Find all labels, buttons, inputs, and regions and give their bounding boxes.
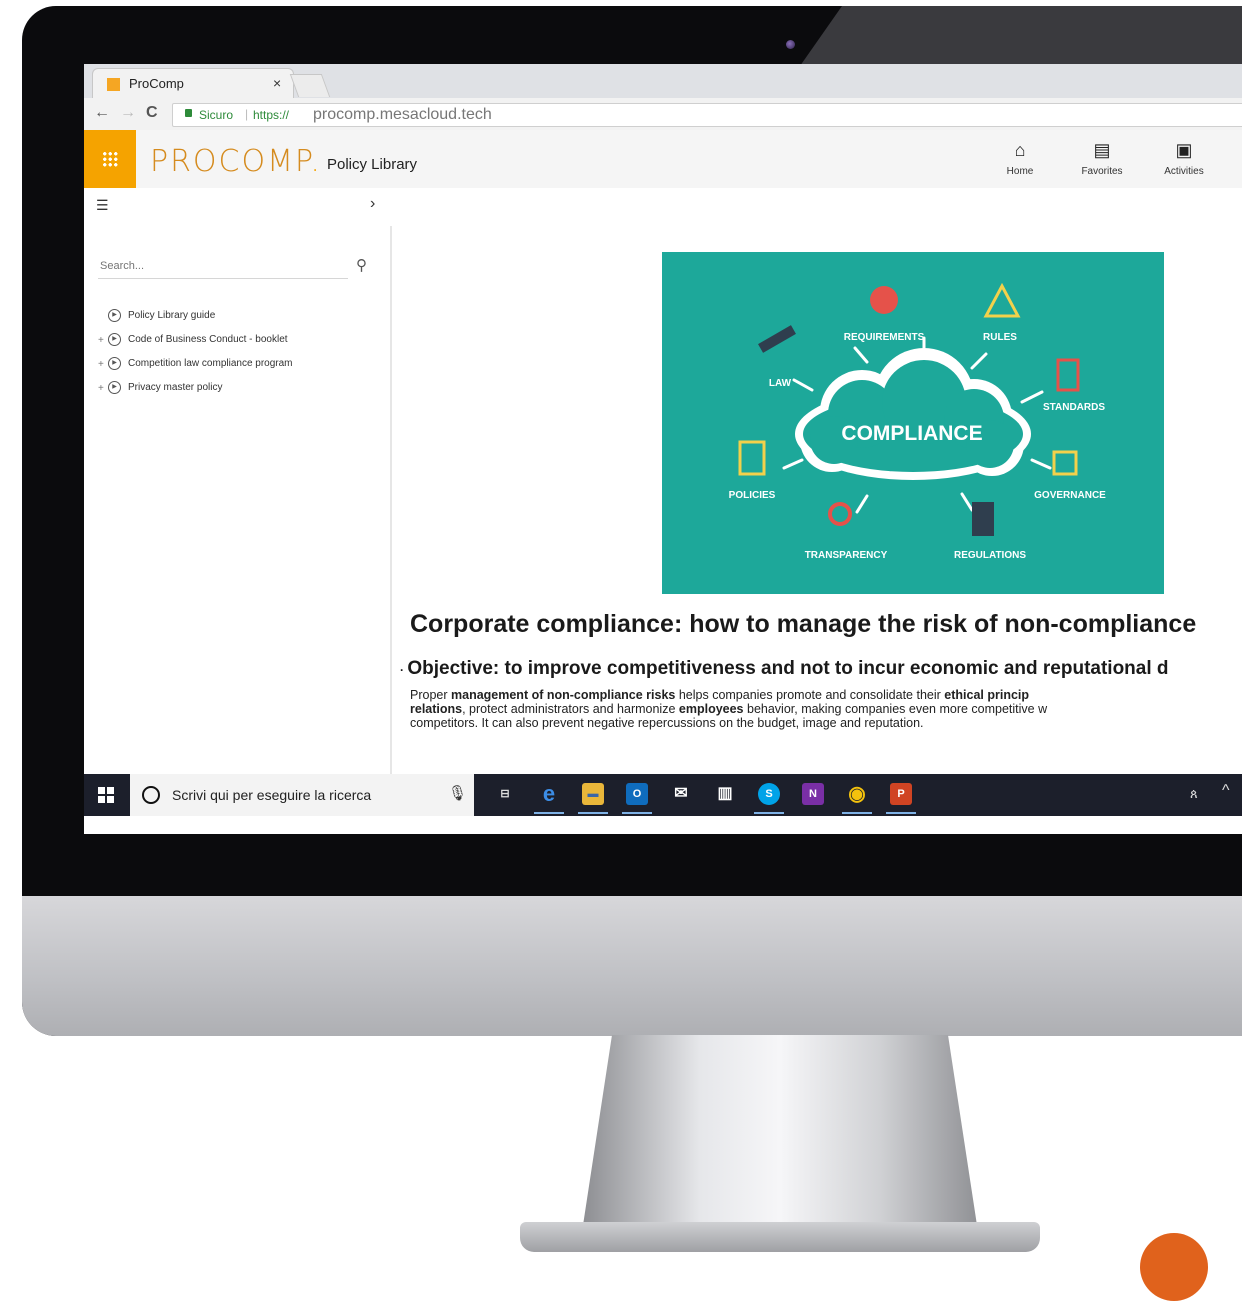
taskbar-search-placeholder: Scrivi qui per eseguire la ricerca xyxy=(172,787,372,803)
tab-title: ProComp xyxy=(129,76,184,91)
expand-plus-icon[interactable]: + xyxy=(98,383,106,394)
url-host: procomp.mesacloud.tech xyxy=(313,106,492,123)
play-circle-icon: ▶ xyxy=(108,333,121,346)
outlook-icon[interactable]: O xyxy=(622,783,652,814)
new-tab-button[interactable] xyxy=(289,74,331,97)
hero-label-rules: RULES xyxy=(983,332,1017,343)
chevron-right-icon[interactable]: › xyxy=(370,195,375,213)
browser-address-bar: ← → C Sicuro | https:// procomp.mesaclou… xyxy=(84,98,1242,131)
task-view-icon[interactable]: ⊟ xyxy=(494,783,516,805)
reload-icon[interactable]: C xyxy=(146,104,158,122)
mail-icon[interactable]: ✉ xyxy=(670,783,692,805)
tree-item-label: Policy Library guide xyxy=(128,310,216,321)
article-objective: · Objective: to improve competitiveness … xyxy=(400,658,1169,679)
windows-taskbar: Scrivi qui per eseguire la ricerca 🎙 ⊟ e… xyxy=(84,774,1242,816)
head-icon xyxy=(870,286,898,314)
url-input[interactable]: Sicuro | https:// procomp.mesacloud.tech xyxy=(172,103,1242,127)
app-grid-icon xyxy=(102,151,118,167)
sidebar: ⚲ ▶ Policy Library guide + ▶ Code of Bus… xyxy=(84,226,392,774)
hero-label-policies: POLICIES xyxy=(729,490,776,501)
search-icon[interactable]: ⚲ xyxy=(356,256,367,274)
app-launcher-button[interactable] xyxy=(84,130,136,188)
home-icon: ⌂ xyxy=(1014,140,1026,160)
compliance-illustration: COMPLIANCE REQUIREMENTS RULES LAW STANDA… xyxy=(662,252,1164,594)
tree-item-label: Code of Business Conduct - booklet xyxy=(128,334,288,345)
chrome-icon[interactable]: ◉ xyxy=(842,783,872,814)
tree-item-label: Competition law compliance program xyxy=(128,358,293,369)
microphone-icon[interactable]: 🎙 xyxy=(448,784,467,802)
body-line-1: Proper management of non-compliance risk… xyxy=(410,688,1030,702)
magnifier-icon xyxy=(828,502,852,526)
document-content: COMPLIANCE REQUIREMENTS RULES LAW STANDA… xyxy=(392,226,1242,774)
list-menu-icon[interactable]: ☰ xyxy=(96,197,109,214)
favorites-icon: ▤ xyxy=(1093,140,1111,160)
nav-favorites[interactable]: ▤ Favorites xyxy=(1067,138,1137,177)
file-explorer-icon[interactable]: ▬ xyxy=(578,783,608,814)
page-title: Policy Library xyxy=(327,156,418,173)
browser-tab[interactable]: ProComp × xyxy=(92,68,294,99)
hero-label-law: LAW xyxy=(769,378,792,389)
tree-item-label: Privacy master policy xyxy=(128,382,223,393)
hero-label-requirements: REQUIREMENTS xyxy=(844,332,925,343)
sidebar-toolbar: ☰ › xyxy=(84,188,1242,227)
monitor-chin xyxy=(22,896,1242,1036)
play-circle-icon: ▶ xyxy=(108,381,121,394)
windows-start-icon[interactable] xyxy=(98,787,114,803)
skype-icon[interactable]: S xyxy=(754,783,784,814)
tray-chevron-up-icon[interactable]: ^ xyxy=(1222,782,1230,800)
article-title: Corporate compliance: how to manage the … xyxy=(410,610,1197,638)
checkbox-icon xyxy=(1052,450,1078,476)
app-header: PROCOMP. Policy Library ⌂ Home ▤ Favorit… xyxy=(84,130,1242,189)
body-line-3: competitors. It can also prevent negativ… xyxy=(410,716,924,730)
play-circle-icon: ▶ xyxy=(108,357,121,370)
warning-icon xyxy=(983,282,1021,318)
monitor-stand xyxy=(580,1035,980,1245)
tab-close-icon[interactable]: × xyxy=(273,75,281,91)
play-circle-icon: ▶ xyxy=(108,309,121,322)
back-arrow-icon[interactable]: ← xyxy=(94,104,110,122)
forward-arrow-icon[interactable]: → xyxy=(120,104,136,122)
procomp-favicon-icon xyxy=(107,78,120,91)
url-divider: | xyxy=(245,107,249,121)
hero-label-transparency: TRANSPARENCY xyxy=(805,550,888,561)
browser-tab-bar: ProComp × xyxy=(84,64,1242,99)
nav-home-label: Home xyxy=(1006,166,1034,177)
search-input[interactable] xyxy=(98,254,348,279)
store-icon[interactable]: ▥ xyxy=(714,783,736,805)
expand-plus-icon[interactable]: + xyxy=(98,359,106,370)
clipboard-icon xyxy=(1056,358,1080,392)
nav-favorites-label: Favorites xyxy=(1081,166,1123,177)
webcam xyxy=(786,40,795,49)
nav-home[interactable]: ⌂ Home xyxy=(985,138,1055,177)
edge-icon[interactable]: e xyxy=(534,783,564,814)
cortana-icon xyxy=(142,786,160,804)
screen: ProComp × ← → C Sicuro | https:// procom… xyxy=(84,64,1242,834)
people-icon[interactable]: ጰ xyxy=(1190,786,1198,802)
powerpoint-icon[interactable]: P xyxy=(886,783,916,814)
procomp-logo: PROCOMP. xyxy=(150,144,322,179)
hero-label-standards: STANDARDS xyxy=(1043,402,1105,413)
nav-activities[interactable]: ▣ Activities xyxy=(1149,138,1219,177)
url-protocol: https:// xyxy=(253,108,290,122)
secure-label: Sicuro xyxy=(199,108,234,122)
article-body: Proper management of non-compliance risk… xyxy=(410,688,1242,730)
cloud-center-label: COMPLIANCE xyxy=(841,422,982,445)
compliance-diagram: COMPLIANCE REQUIREMENTS RULES LAW STANDA… xyxy=(729,282,1106,561)
hero-label-governance: GOVERNANCE xyxy=(1034,490,1106,501)
document-icon xyxy=(738,440,766,476)
binders-icon xyxy=(972,502,994,536)
expand-plus-icon[interactable]: + xyxy=(98,335,106,346)
body-line-2: relations, protect administrators and ha… xyxy=(410,702,1048,716)
gavel-icon xyxy=(758,325,796,353)
hero-label-regulations: REGULATIONS xyxy=(954,550,1026,561)
taskbar-search-box[interactable]: Scrivi qui per eseguire la ricerca 🎙 xyxy=(130,774,474,816)
onenote-icon[interactable]: N xyxy=(802,783,824,805)
lock-icon xyxy=(185,109,192,117)
activities-icon: ▣ xyxy=(1175,140,1193,160)
monitor-stand-base xyxy=(520,1222,1040,1252)
nav-activities-label: Activities xyxy=(1164,166,1204,177)
slide-number-badge xyxy=(1140,1233,1208,1301)
